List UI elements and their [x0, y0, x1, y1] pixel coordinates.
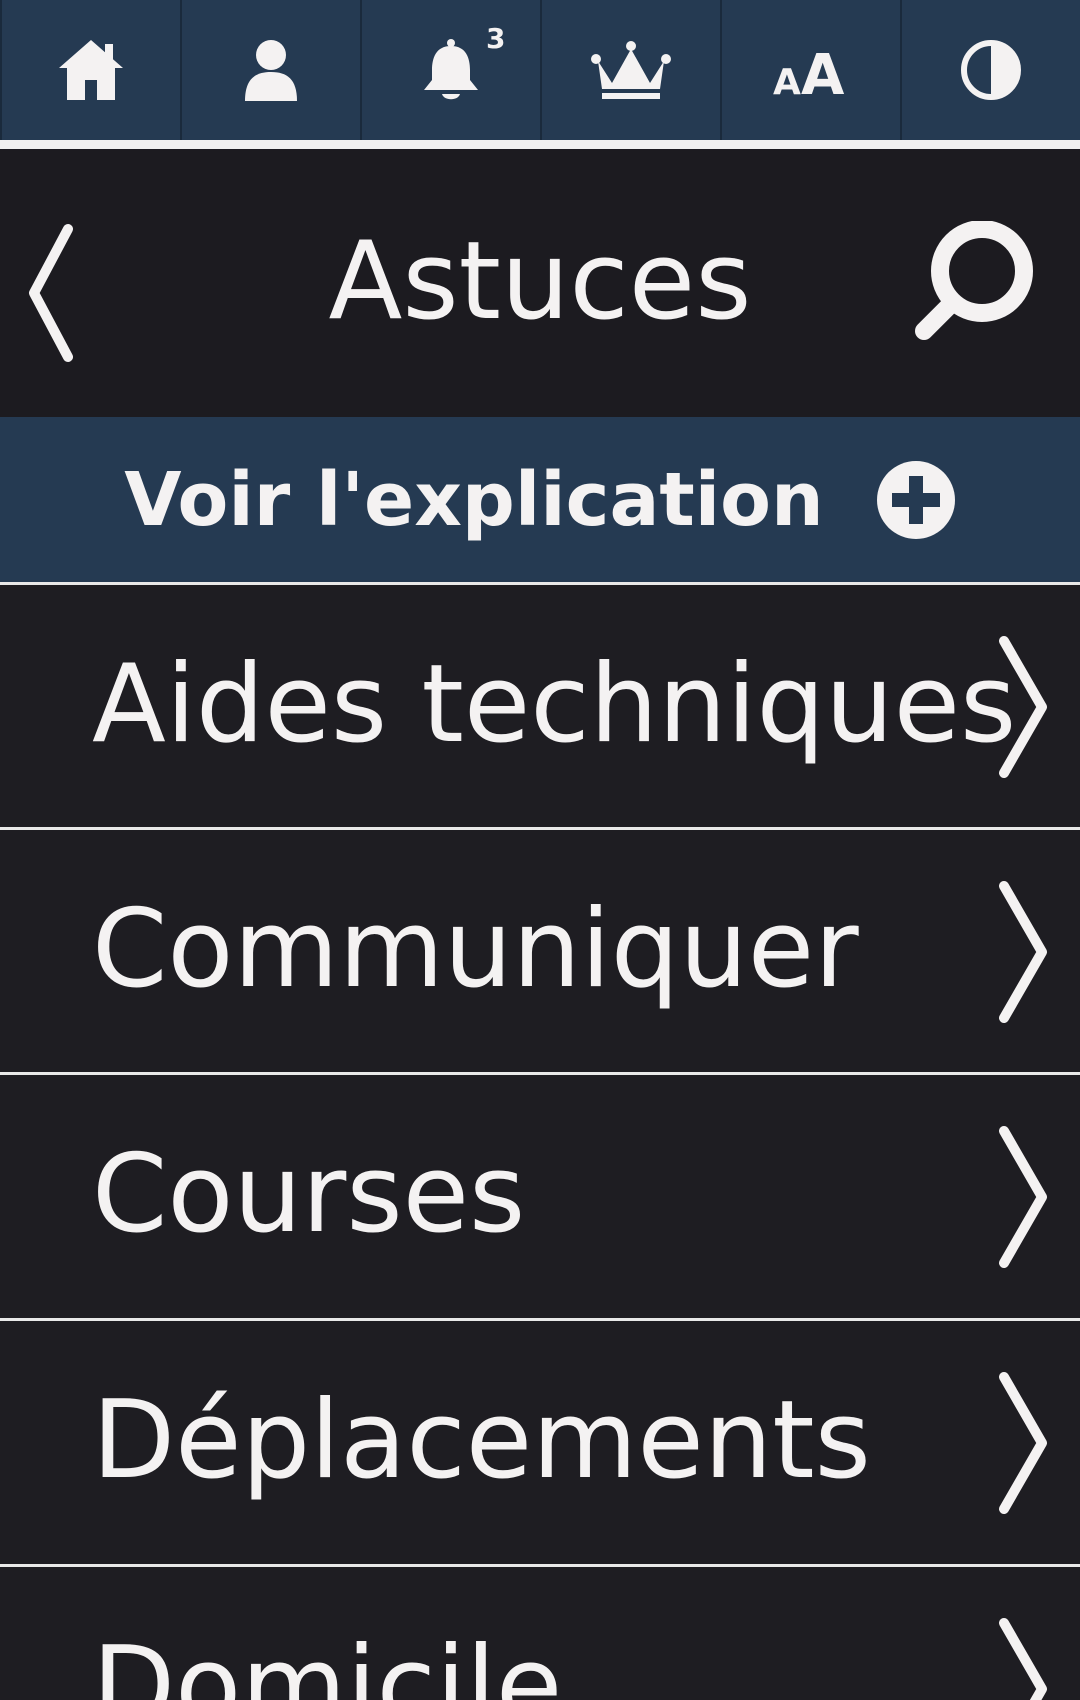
notification-badge: 3	[486, 22, 506, 55]
premium-button[interactable]	[542, 0, 722, 140]
toolbar-separator	[0, 140, 1080, 149]
list-item-label: Aides techniques	[92, 642, 1017, 767]
svg-text:A: A	[773, 62, 801, 98]
explanation-label: Voir l'explication	[124, 456, 824, 543]
chevron-right-icon	[999, 1126, 1047, 1268]
list-item-label: Déplacements	[92, 1378, 871, 1503]
chevron-right-icon	[999, 1618, 1047, 1700]
list-item-aides-techniques[interactable]: Aides techniques	[0, 585, 1080, 827]
list-item-deplacements[interactable]: Déplacements	[0, 1321, 1080, 1563]
text-size-button[interactable]: A A	[722, 0, 902, 140]
chevron-right-icon	[999, 881, 1047, 1023]
home-button[interactable]	[0, 0, 182, 140]
svg-text:A: A	[801, 43, 845, 98]
profile-button[interactable]	[182, 0, 362, 140]
plus-circle-icon	[876, 460, 955, 539]
notifications-button[interactable]: 3	[362, 0, 542, 140]
contrast-button[interactable]	[902, 0, 1080, 140]
search-button[interactable]	[912, 220, 1052, 365]
top-toolbar: 3 A A	[0, 0, 1080, 149]
home-icon	[59, 40, 123, 100]
list-item-communiquer[interactable]: Communiquer	[0, 830, 1080, 1072]
user-icon	[245, 40, 297, 101]
show-explanation-button[interactable]: Voir l'explication	[0, 417, 1080, 582]
chevron-right-icon	[999, 1372, 1047, 1514]
list-item-courses[interactable]: Courses	[0, 1075, 1080, 1317]
list-item-domicile[interactable]: Domicile	[0, 1567, 1080, 1700]
list-item-label: Courses	[92, 1132, 526, 1257]
list-item-label: Domicile	[92, 1624, 563, 1700]
list-item-label: Communiquer	[92, 887, 859, 1012]
crown-icon	[591, 41, 671, 99]
text-size-icon: A A	[773, 43, 845, 98]
page-header: Astuces	[0, 149, 1080, 417]
search-icon	[915, 220, 1033, 340]
contrast-icon	[961, 40, 1021, 100]
bell-icon	[424, 39, 478, 100]
chevron-right-icon	[999, 636, 1047, 778]
